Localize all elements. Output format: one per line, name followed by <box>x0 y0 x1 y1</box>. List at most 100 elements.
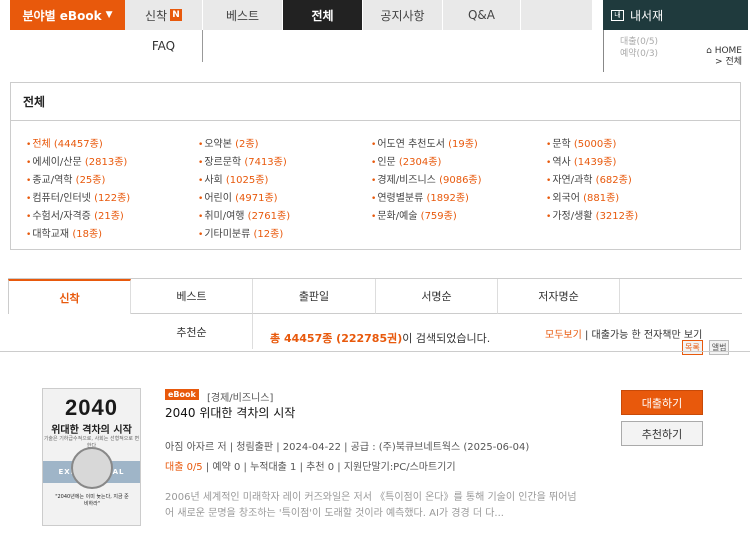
tab-best[interactable]: 베스트 <box>203 0 283 30</box>
category-item[interactable]: 사회 (1025종) <box>198 171 268 186</box>
category-item-label: 취미/여행 <box>204 211 245 222</box>
my-library-button[interactable]: 내 내서재 <box>603 0 748 30</box>
tab-all[interactable]: 전체 <box>283 0 363 30</box>
sort-tab-pubdate[interactable]: 출판일 <box>253 279 376 314</box>
home-link[interactable]: ⌂ HOME <box>706 46 742 57</box>
category-item-label: 경제/비즈니스 <box>377 175 436 186</box>
category-menu-button[interactable]: 분야별 eBook ▼ <box>10 0 125 30</box>
category-item[interactable]: 전체 (44457종) <box>26 135 103 150</box>
category-item[interactable]: 자연/과학 (682종) <box>546 171 632 186</box>
cover-quote: "2040년에는 이미 늦는다, 지금 준비하라" <box>55 494 129 507</box>
category-item-count: (881종) <box>583 193 620 204</box>
category-item-label: 문화/예술 <box>377 211 418 222</box>
home-label: HOME <box>714 46 742 56</box>
library-icon: 내 <box>611 9 624 21</box>
book-stats: 대출 0/5 | 예약 0 | 누적대출 1 | 추천 0 | 지원단말기:PC… <box>165 458 456 473</box>
category-item[interactable]: 어도연 추천도서 (19종) <box>371 135 478 150</box>
category-item-label: 역사 <box>552 157 571 168</box>
category-item-count: (44457종) <box>53 139 103 150</box>
category-item-label: 외국어 <box>552 193 580 204</box>
category-item[interactable]: 취미/여행 (2761종) <box>198 207 290 222</box>
category-item[interactable]: 종교/역학 (25종) <box>26 171 105 186</box>
category-item-count: (12종) <box>253 229 284 240</box>
category-item-count: (25종) <box>75 175 106 186</box>
sort-tab-recommend[interactable]: 추천순 <box>131 314 253 349</box>
category-item-count: (21종) <box>94 211 124 222</box>
category-item[interactable]: 장르문학 (7413종) <box>198 153 286 168</box>
category-item-label: 오약본 <box>204 139 232 150</box>
sort-tab-title[interactable]: 서명순 <box>376 279 498 314</box>
book-stats-rest: | 예약 0 | 누적대출 1 | 추천 0 | 지원단말기:PC/스마트기기 <box>202 462 456 473</box>
category-item[interactable]: 문학 (5000종) <box>546 135 616 150</box>
book-cover[interactable]: 2040 위대한 격차의 시작 기술은 기하급수적으로, 사회는 선형적으로 변… <box>42 388 141 526</box>
category-item-count: (4971종) <box>235 193 278 204</box>
category-item[interactable]: 가정/생활 (3212종) <box>546 207 638 222</box>
category-item[interactable]: 대학교재 (18종) <box>26 225 102 240</box>
result-count: 총 44457종 (222785권) <box>270 332 403 345</box>
tab-qna[interactable]: Q&A <box>443 0 521 30</box>
category-item-label: 종교/역학 <box>32 175 73 186</box>
category-item-count: (9086종) <box>439 175 482 186</box>
category-item[interactable]: 역사 (1439종) <box>546 153 616 168</box>
category-item[interactable]: 인문 (2304종) <box>371 153 441 168</box>
category-item-label: 연령별분류 <box>377 193 424 204</box>
category-item-count: (122종) <box>94 193 131 204</box>
category-item[interactable]: 연령별분류 (1892종) <box>371 189 469 204</box>
category-item-label: 어린이 <box>204 193 232 204</box>
filter-options: 모두보기 | 대출가능 한 전자책만 보기 <box>545 326 702 341</box>
category-item[interactable]: 문화/예술 (759종) <box>371 207 456 222</box>
category-item-label: 기타미분류 <box>204 229 251 240</box>
category-item-label: 가정/생활 <box>552 211 593 222</box>
category-item-label: 인문 <box>377 157 396 168</box>
breadcrumb: ⌂ HOME > 전체 <box>706 46 742 68</box>
view-list-button[interactable]: 목록 <box>682 340 703 355</box>
view-grid-button[interactable]: 앨범 <box>708 340 730 355</box>
category-item[interactable]: 경제/비즈니스 (9086종) <box>371 171 482 186</box>
category-item[interactable]: 에세이/산문 (2813종) <box>26 153 127 168</box>
filter-all-link[interactable]: 모두보기 <box>545 330 582 341</box>
mask-figure-icon <box>71 447 113 489</box>
home-icon: ⌂ <box>706 46 712 56</box>
my-library-panel: 대출(0/5) 예약(0/3) ⌂ HOME > 전체 <box>603 30 748 72</box>
book-title[interactable]: 2040 위대한 격차의 시작 <box>165 404 295 421</box>
sort-tab-best[interactable]: 베스트 <box>131 279 253 314</box>
category-item-count: (1025종) <box>225 175 269 186</box>
category-item-count: (2761종) <box>247 211 291 222</box>
category-item-label: 사회 <box>204 175 223 186</box>
book-description: 2006년 세계적인 미래학자 레이 커즈와일은 저서 《특이점이 온다》를 통… <box>165 492 577 519</box>
loan-status: 대출 0/5 <box>165 462 203 473</box>
new-badge: N <box>170 9 183 21</box>
category-item-label: 대학교재 <box>32 229 70 240</box>
tab-notice[interactable]: 공지사항 <box>363 0 443 30</box>
sort-tab-empty <box>620 279 742 314</box>
category-item-count: (5000종) <box>573 139 617 150</box>
category-item-count: (18종) <box>72 229 103 240</box>
category-item-count: (1439종) <box>573 157 617 168</box>
category-item-label: 수험서/자격증 <box>32 211 91 222</box>
book-category: [경제/비즈니스] <box>207 393 274 404</box>
ebook-badge: eBook <box>165 389 199 400</box>
category-item[interactable]: 컴퓨터/인터넷 (122종) <box>26 189 130 204</box>
category-item-label: 어도연 추천도서 <box>377 139 445 150</box>
category-item-count: (19종) <box>448 139 478 150</box>
category-item-count: (2813종) <box>84 157 128 168</box>
reserve-count: 예약(0/3) <box>620 49 659 59</box>
tab-faq[interactable]: FAQ <box>125 30 203 62</box>
tab-new[interactable]: 신착 N <box>125 0 203 30</box>
category-item[interactable]: 외국어 (881종) <box>546 189 619 204</box>
category-item[interactable]: 기타미분류 (12종) <box>198 225 283 240</box>
category-item[interactable]: 수험서/자격증 (21종) <box>26 207 124 222</box>
category-item-label: 문학 <box>552 139 571 150</box>
top-navigation: 분야별 eBook ▼ 신착 N 베스트 전체 공지사항 Q&A FAQ 내 내… <box>0 0 750 80</box>
category-item-count: (2304종) <box>398 157 442 168</box>
category-item-count: (682종) <box>595 175 632 186</box>
recommend-button[interactable]: 추천하기 <box>621 421 703 446</box>
category-item[interactable]: 어린이 (4971종) <box>198 189 278 204</box>
caret-down-icon: ▼ <box>105 10 113 20</box>
sort-tab-author[interactable]: 저자명순 <box>498 279 620 314</box>
category-item[interactable]: 오약본 (2종) <box>198 135 258 150</box>
list-divider <box>0 351 750 352</box>
borrow-button[interactable]: 대출하기 <box>621 390 703 415</box>
sort-tab-new[interactable]: 신착 <box>8 279 131 314</box>
category-item-count: (3212종) <box>595 211 639 222</box>
